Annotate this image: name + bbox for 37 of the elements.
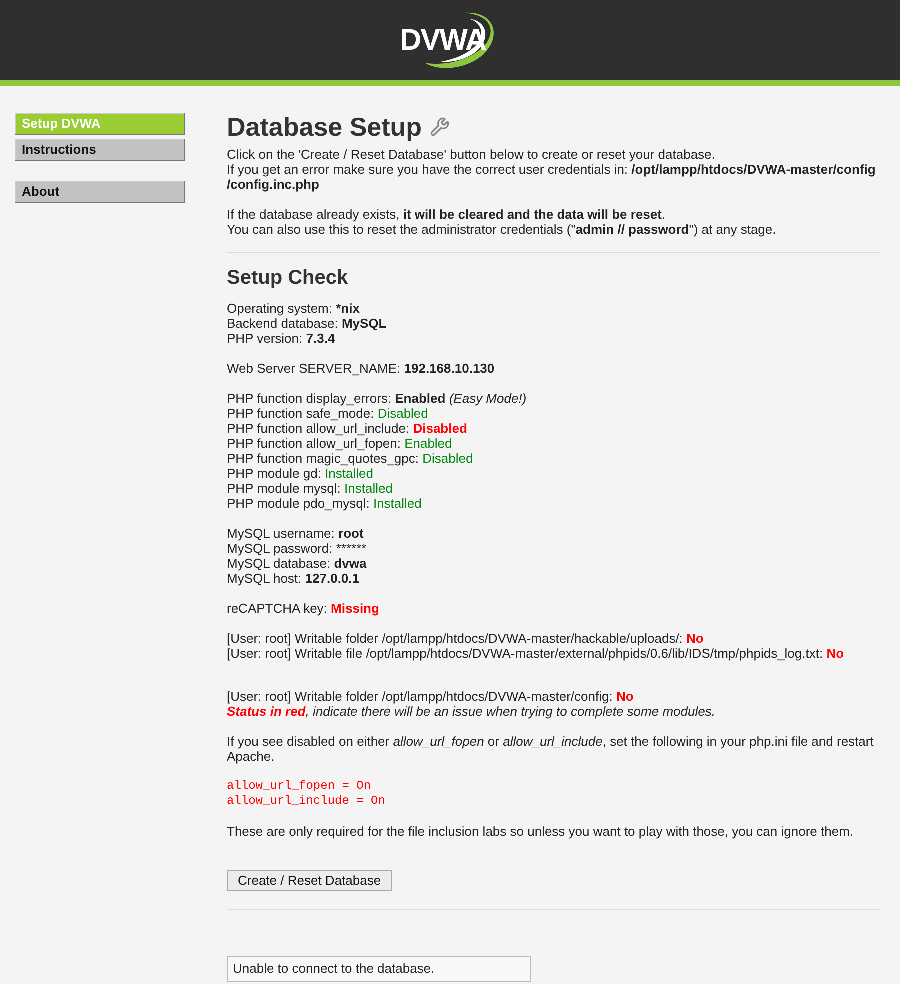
wrench-icon — [430, 117, 450, 137]
status-line: Web Server SERVER_NAME: 192.168.10.130 — [227, 361, 496, 376]
menu-item[interactable]: Instructions — [15, 139, 185, 161]
text-line: If the database already exists, it will be cleared and the data will be reset. — [227, 207, 667, 222]
create-reset-button[interactable]: Create / Reset Database — [227, 870, 392, 891]
status-line: [User: root] Writable folder /opt/lampp/htdocs/DVWA-master/config: No — [227, 689, 635, 704]
status-line: MySQL password: ****** — [227, 541, 368, 556]
paragraph: If you see disabled on either allow_url_fopen or allow_url_include, set the following in your php.ini file and restart Apache. — [227, 734, 875, 764]
status-line: Backend database: MySQL — [227, 316, 388, 331]
section-title: Setup Check — [227, 267, 350, 289]
status-line: PHP function magic_quotes_gpc: Disabled — [227, 451, 474, 466]
paragraph: These are only required for the file inclusion labs so unless you want to play with those, you can ignore them. — [227, 824, 855, 839]
text-line: /config.inc.php — [227, 177, 320, 192]
status-line: PHP module gd: Installed — [227, 466, 374, 481]
status-line: PHP function allow_url_include: Disabled — [227, 421, 468, 436]
page-title: Database Setup — [227, 113, 422, 141]
status-line: PHP module mysql: Installed — [227, 481, 394, 496]
text-line: You can also use this to reset the administrator credentials ("admin // password") at any stage. — [227, 222, 778, 237]
status-line: [User: root] Writable file /opt/lampp/htdocs/DVWA-master/external/phpids/0.6/lib/IDS/tmp/phpids_log.txt: No — [227, 646, 846, 661]
menu-item[interactable]: About — [15, 181, 185, 203]
status-line: reCAPTCHA key: Missing — [227, 601, 380, 616]
status-line: PHP version: 7.3.4 — [227, 331, 336, 346]
code-line: allow_url_include = On — [227, 794, 386, 809]
status-line: [User: root] Writable folder /opt/lampp/htdocs/DVWA-master/hackable/uploads/: No — [227, 631, 705, 646]
warning-text: Status in red, indicate there will be an issue when trying to complete some modules. — [227, 704, 716, 719]
status-line: MySQL database: dvwa — [227, 556, 368, 571]
text-line: If you get an error make sure you have the correct user credentials in: /opt/lampp/htdocs/DVWA-master/config — [227, 162, 877, 177]
status-line: Operating system: *nix — [227, 301, 361, 316]
status-line: MySQL username: root — [227, 526, 365, 541]
message-box: Unable to connect to the database. — [227, 956, 531, 982]
code-line: allow_url_fopen = On — [227, 779, 372, 794]
status-line: PHP function display_errors: Enabled (Easy Mode!) — [227, 391, 528, 406]
status-line: PHP function safe_mode: Disabled — [227, 406, 430, 421]
text-line: Click on the 'Create / Reset Database' button below to create or reset your database. — [227, 147, 716, 162]
status-line: MySQL host: 127.0.0.1 — [227, 571, 360, 586]
status-line: PHP function allow_url_fopen: Enabled — [227, 436, 454, 451]
status-line: PHP module pdo_mysql: Installed — [227, 496, 423, 511]
